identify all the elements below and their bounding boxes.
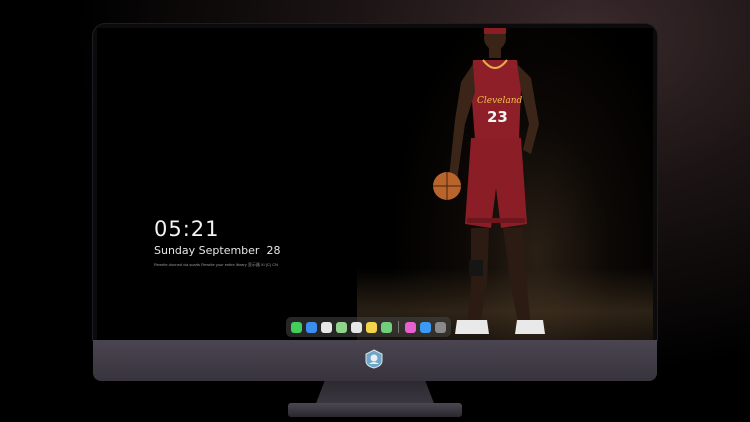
monitor-bezel: Cleveland 23 05:21 Sunday September 28 R… — [93, 24, 657, 340]
monitor-stand-base — [288, 403, 462, 417]
lockscreen-clock: 05:21 — [154, 217, 220, 241]
dock-separator — [398, 321, 399, 333]
dock — [286, 317, 451, 337]
player-wallpaper: Cleveland 23 — [433, 28, 545, 334]
finder-icon[interactable] — [306, 321, 317, 333]
lockscreen-date: Sunday September 28 — [154, 244, 281, 257]
monitor-chin — [93, 340, 657, 381]
maps-icon[interactable] — [336, 321, 347, 333]
messages-icon[interactable] — [291, 321, 302, 333]
clapper-icon[interactable] — [351, 321, 362, 333]
itunes-icon[interactable] — [405, 321, 416, 333]
brand-logo-icon — [365, 349, 383, 369]
photos-icon[interactable] — [381, 321, 392, 333]
jersey-script: Cleveland — [477, 96, 523, 106]
jersey-number: 23 — [487, 108, 508, 126]
lockscreen-tagline: Rewrite dunned via scarfs Rewrite your e… — [154, 262, 279, 267]
safari-icon[interactable] — [321, 321, 332, 333]
desktop-screen: Cleveland 23 05:21 Sunday September 28 R… — [97, 28, 653, 340]
camera-icon[interactable] — [435, 321, 446, 333]
app-store-icon[interactable] — [420, 321, 431, 333]
notes-icon[interactable] — [366, 321, 377, 333]
